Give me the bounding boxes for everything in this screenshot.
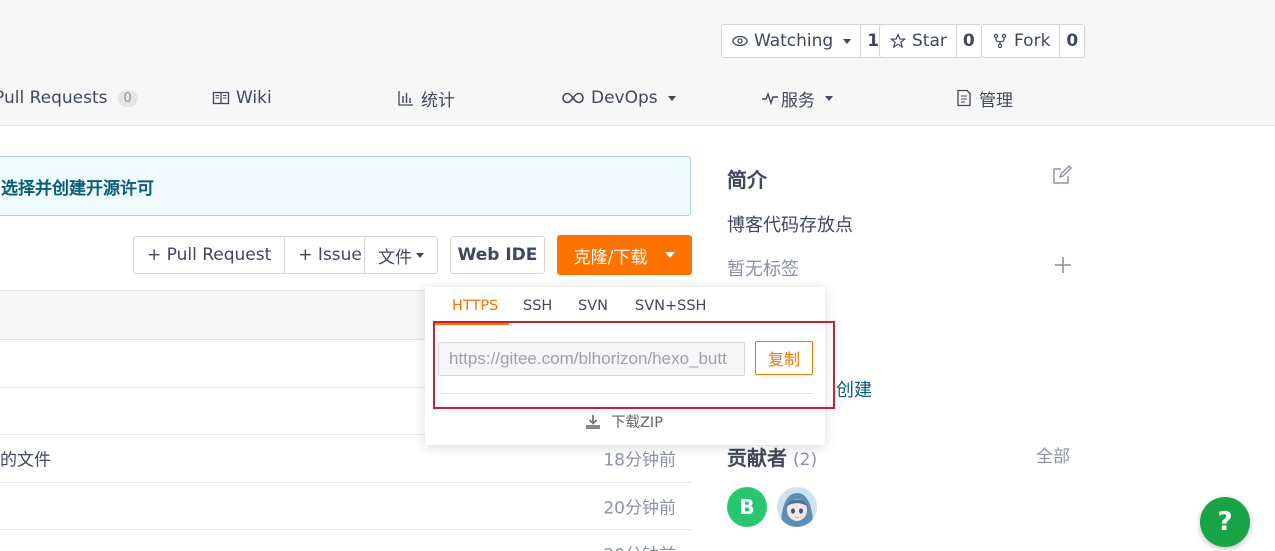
chevron-down-icon bbox=[665, 252, 676, 258]
tab-wiki-label: Wiki bbox=[236, 88, 272, 108]
edit-icon[interactable] bbox=[1052, 165, 1072, 185]
active-tab-indicator bbox=[435, 323, 509, 325]
web-ide-button[interactable]: Web IDE bbox=[450, 236, 545, 274]
pulse-icon bbox=[762, 91, 778, 106]
tab-wiki[interactable]: Wiki bbox=[212, 84, 272, 112]
web-ide-label: Web IDE bbox=[457, 245, 538, 265]
fork-count[interactable]: 0 bbox=[1059, 25, 1084, 57]
clone-protocol-tabs: HTTPS SSH SVN SVN+SSH bbox=[425, 287, 825, 325]
contributors-all-link[interactable]: 全部 bbox=[1036, 442, 1070, 467]
contributors-title-text: 贡献者 bbox=[727, 446, 787, 470]
download-zip-link[interactable]: 下载ZIP bbox=[585, 411, 663, 432]
tab-devops-label: DevOps bbox=[591, 88, 658, 108]
avatar[interactable] bbox=[777, 487, 817, 527]
tab-services-label: 服务 bbox=[781, 90, 815, 111]
help-button[interactable]: ? bbox=[1200, 497, 1250, 547]
chevron-down-icon bbox=[843, 38, 852, 44]
tab-manage[interactable]: 管理 bbox=[955, 84, 1013, 112]
file-name[interactable]: 的文件 bbox=[0, 446, 51, 471]
plus-icon[interactable] bbox=[1053, 255, 1073, 275]
watching-label: Watching bbox=[754, 31, 834, 51]
watching-button[interactable]: Watching 1 bbox=[721, 24, 887, 58]
book-icon bbox=[212, 91, 230, 105]
file-time: 18分钟前 bbox=[603, 450, 676, 471]
new-pull-request-button[interactable]: + Pull Request bbox=[134, 237, 284, 273]
contributors-count: (2) bbox=[793, 450, 818, 470]
download-icon bbox=[586, 414, 600, 429]
star-label: Star bbox=[912, 31, 947, 51]
anime-avatar-icon bbox=[777, 487, 817, 527]
table-row[interactable]: 20分钟前 bbox=[0, 530, 692, 551]
copy-button[interactable]: 复制 bbox=[755, 341, 813, 375]
new-issue-button[interactable]: + Issue bbox=[284, 237, 375, 273]
help-label: ? bbox=[1217, 507, 1233, 537]
file-time: 20分钟前 bbox=[603, 541, 676, 551]
clone-download-button[interactable]: 克隆/下载 bbox=[557, 235, 692, 275]
tab-pull-requests-label: Pull Requests bbox=[0, 88, 108, 108]
download-zip-label: 下载ZIP bbox=[611, 415, 663, 431]
table-row[interactable]: 20分钟前 bbox=[0, 483, 692, 530]
fork-label: Fork bbox=[1014, 31, 1051, 51]
clone-url-input[interactable]: https://gitee.com/blhorizon/hexo_butt bbox=[438, 342, 745, 376]
pull-requests-count-badge: 0 bbox=[117, 89, 138, 107]
tab-manage-label: 管理 bbox=[979, 90, 1013, 111]
create-link[interactable]: 创建 bbox=[836, 376, 872, 402]
tab-svn-ssh[interactable]: SVN+SSH bbox=[635, 298, 706, 314]
star-count[interactable]: 0 bbox=[955, 25, 981, 57]
tab-stats-label: 统计 bbox=[421, 90, 455, 111]
contributors-title: 贡献者 (2) bbox=[727, 442, 817, 471]
avatar[interactable]: B bbox=[727, 487, 767, 527]
tab-https[interactable]: HTTPS bbox=[452, 298, 498, 314]
tab-ssh[interactable]: SSH bbox=[523, 298, 552, 314]
tab-svn[interactable]: SVN bbox=[578, 298, 608, 314]
file-menu-label: 文件 bbox=[378, 247, 412, 268]
clone-download-label: 克隆/下载 bbox=[573, 247, 648, 268]
tab-pull-requests[interactable]: Pull Requests 0 bbox=[0, 84, 138, 112]
chevron-down-icon bbox=[416, 252, 424, 258]
infinity-icon bbox=[562, 92, 584, 104]
bar-chart-icon bbox=[398, 91, 413, 106]
tab-devops[interactable]: DevOps bbox=[561, 84, 676, 112]
tab-services[interactable]: 服务 bbox=[761, 84, 833, 112]
chevron-down-icon bbox=[667, 95, 676, 101]
pr-issue-button-group: + Pull Request + Issue bbox=[133, 236, 376, 274]
star-button[interactable]: Star 0 bbox=[879, 24, 982, 58]
license-notice-link[interactable]: 选择并创建开源许可 bbox=[1, 174, 154, 199]
clone-dropdown: HTTPS SSH SVN SVN+SSH https://gitee.com/… bbox=[425, 287, 825, 445]
eye-icon bbox=[732, 35, 748, 47]
license-notice: 选择并创建开源许可 bbox=[0, 156, 691, 216]
fork-icon bbox=[993, 33, 1007, 49]
fork-button[interactable]: Fork 0 bbox=[981, 24, 1086, 58]
document-icon bbox=[957, 89, 971, 107]
repo-description: 博客代码存放点 bbox=[727, 215, 853, 236]
intro-title: 简介 bbox=[727, 168, 767, 192]
divider bbox=[440, 393, 813, 394]
chevron-down-icon bbox=[825, 95, 833, 101]
file-time: 20分钟前 bbox=[603, 498, 676, 519]
avatar-initial: B bbox=[739, 495, 755, 519]
tab-stats[interactable]: 统计 bbox=[397, 84, 455, 112]
star-icon bbox=[890, 33, 906, 49]
file-menu-button[interactable]: 文件 bbox=[364, 236, 438, 274]
tags-empty-text: 暂无标签 bbox=[727, 259, 799, 280]
